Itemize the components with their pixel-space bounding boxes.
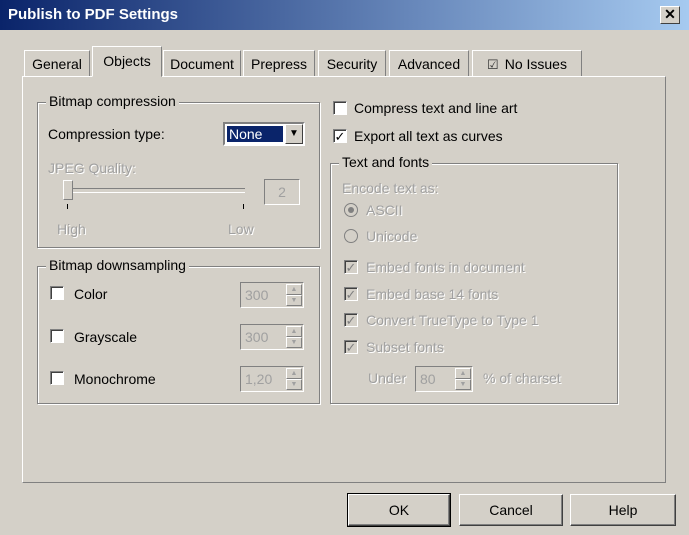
encode-text-label: Encode text as: [342, 180, 439, 196]
slider-tick [67, 204, 68, 209]
embed-fonts-checkbox[interactable]: ✓ [344, 260, 358, 275]
compression-type-label: Compression type: [48, 126, 165, 142]
monochrome-checkbox[interactable] [50, 371, 64, 385]
subset-threshold-stepper[interactable]: 80 ▲ ▼ [415, 366, 473, 392]
grayscale-label: Grayscale [74, 329, 138, 345]
color-checkbox[interactable] [50, 286, 64, 300]
ok-button[interactable]: OK [347, 493, 451, 527]
chevron-down-icon[interactable]: ▼ [455, 379, 471, 390]
help-button[interactable]: Help [570, 494, 676, 526]
chevron-up-icon[interactable]: ▲ [455, 368, 471, 379]
tab-label: Security [326, 56, 378, 72]
window-title: Publish to PDF Settings [8, 6, 179, 23]
low-label: Low [228, 221, 254, 237]
grayscale-resolution-stepper[interactable]: 300 ▲ ▼ [240, 324, 304, 350]
grayscale-checkbox[interactable] [50, 329, 64, 343]
tab-label: Document [170, 56, 234, 72]
tab-document[interactable]: Document [163, 50, 241, 76]
chevron-up-icon[interactable]: ▲ [286, 326, 302, 337]
group-legend: Bitmap downsampling [46, 257, 189, 273]
chevron-up-icon[interactable]: ▲ [286, 368, 302, 379]
tab-label: General [32, 56, 82, 72]
text-and-fonts-group: Text and fonts [330, 154, 618, 404]
high-label: High [57, 221, 86, 237]
jpeg-quality-slider-thumb[interactable] [63, 180, 73, 200]
embed-base14-label: Embed base 14 fonts [366, 286, 499, 302]
cancel-button[interactable]: Cancel [459, 494, 563, 526]
convert-truetype-checkbox[interactable]: ✓ [344, 313, 358, 328]
subset-fonts-checkbox[interactable]: ✓ [344, 340, 358, 355]
charset-label: % of charset [483, 370, 561, 386]
jpeg-quality-input[interactable]: 2 [264, 179, 300, 205]
group-legend: Bitmap compression [46, 93, 179, 109]
chevron-up-icon[interactable]: ▲ [286, 284, 302, 295]
ascii-label: ASCII [366, 202, 403, 218]
tab-label: Objects [103, 53, 151, 69]
checklist-icon: ☑ [487, 57, 499, 72]
tab-advanced[interactable]: Advanced [389, 50, 469, 76]
tab-general[interactable]: General [24, 50, 90, 76]
tab-label: Prepress [250, 56, 308, 72]
chevron-down-icon[interactable]: ▼ [286, 337, 302, 348]
monochrome-resolution-stepper[interactable]: 1,20 ▲ ▼ [240, 366, 304, 392]
unicode-radio[interactable] [344, 229, 358, 243]
tab-prepress[interactable]: Prepress [243, 50, 315, 76]
tab-objects[interactable]: Objects [92, 46, 162, 77]
stepper-value: 1,20 [245, 371, 273, 387]
convert-truetype-label: Convert TrueType to Type 1 [366, 312, 539, 328]
export-curves-label: Export all text as curves [354, 128, 503, 144]
color-label: Color [74, 286, 108, 302]
tab-label: No Issues [504, 56, 567, 72]
tab-security[interactable]: Security [318, 50, 386, 76]
export-curves-checkbox[interactable]: ✓ [333, 129, 347, 144]
monochrome-label: Monochrome [74, 371, 156, 387]
embed-base14-checkbox[interactable]: ✓ [344, 287, 358, 302]
embed-fonts-label: Embed fonts in document [366, 259, 525, 275]
jpeg-quality-label: JPEG Quality: [48, 160, 136, 176]
compress-text-checkbox[interactable] [333, 101, 347, 115]
ascii-radio[interactable] [344, 203, 358, 217]
compress-text-label: Compress text and line art [354, 100, 518, 116]
stepper-value: 300 [245, 287, 269, 303]
stepper-value: 80 [420, 371, 436, 387]
title-bar[interactable]: Publish to PDF Settings ✕ [0, 0, 689, 30]
color-resolution-stepper[interactable]: 300 ▲ ▼ [240, 282, 304, 308]
chevron-down-icon[interactable]: ▼ [286, 295, 302, 306]
tab-no-issues[interactable]: ☑ No Issues [472, 50, 582, 76]
group-legend: Text and fonts [339, 154, 433, 170]
tab-label: Advanced [397, 56, 461, 72]
compression-type-select[interactable]: None ▼ [223, 122, 305, 146]
slider-tick [243, 204, 244, 209]
stepper-value: 300 [245, 329, 269, 345]
unicode-label: Unicode [366, 228, 418, 244]
dialog-window: Publish to PDF Settings ✕ General Object… [0, 0, 689, 535]
chevron-down-icon[interactable]: ▼ [285, 124, 303, 144]
chevron-down-icon[interactable]: ▼ [286, 379, 302, 390]
selected-value: None [227, 126, 283, 142]
close-button[interactable]: ✕ [660, 6, 680, 24]
under-label: Under [368, 370, 407, 386]
subset-fonts-label: Subset fonts [366, 339, 444, 355]
jpeg-quality-slider-track[interactable] [65, 188, 245, 193]
